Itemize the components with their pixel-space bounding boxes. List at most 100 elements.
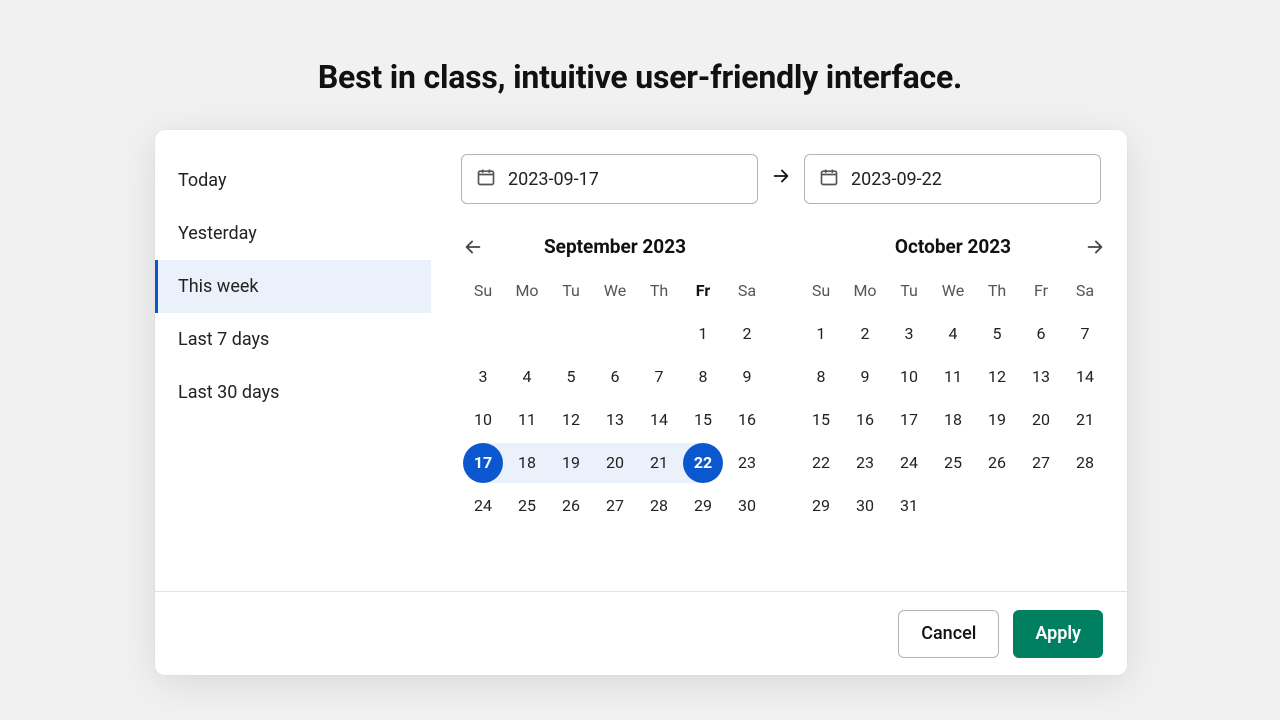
day-cell[interactable]: 18 (505, 443, 549, 483)
day-cell[interactable]: 16 (725, 400, 769, 440)
dow-row: SuMoTuWeThFrSa (461, 276, 769, 306)
day-cell[interactable]: 10 (887, 357, 931, 397)
day-empty (1019, 486, 1063, 526)
day-cell[interactable]: 1 (681, 314, 725, 354)
day-empty (1063, 486, 1107, 526)
day-cell[interactable]: 22 (681, 443, 725, 483)
day-cell[interactable]: 5 (549, 357, 593, 397)
month-left-title: September 2023 (461, 232, 769, 262)
arrow-right-icon (758, 165, 804, 193)
day-cell[interactable]: 23 (725, 443, 769, 483)
day-cell[interactable]: 8 (681, 357, 725, 397)
day-cell[interactable]: 13 (593, 400, 637, 440)
apply-button[interactable]: Apply (1013, 610, 1103, 658)
day-cell[interactable]: 4 (505, 357, 549, 397)
day-cell[interactable]: 6 (593, 357, 637, 397)
day-empty (549, 314, 593, 354)
daterange-picker: TodayYesterdayThis weekLast 7 daysLast 3… (155, 130, 1127, 675)
day-cell[interactable]: 16 (843, 400, 887, 440)
day-cell[interactable]: 3 (461, 357, 505, 397)
preset-last-30-days[interactable]: Last 30 days (155, 366, 431, 419)
day-empty (637, 314, 681, 354)
day-cell[interactable]: 19 (549, 443, 593, 483)
day-cell[interactable]: 8 (799, 357, 843, 397)
day-cell[interactable]: 24 (461, 486, 505, 526)
date-inputs-row: 2023-09-17 2023-09-22 (461, 154, 1107, 204)
day-cell[interactable]: 18 (931, 400, 975, 440)
dow-label: Fr (1019, 276, 1063, 306)
day-empty (931, 486, 975, 526)
day-cell[interactable]: 28 (637, 486, 681, 526)
day-cell[interactable]: 4 (931, 314, 975, 354)
dow-label: Su (461, 276, 505, 306)
calendar-panel: 2023-09-17 2023-09-22 (461, 154, 1107, 527)
day-cell[interactable]: 20 (593, 443, 637, 483)
day-cell[interactable]: 21 (637, 443, 681, 483)
dow-label: Tu (549, 276, 593, 306)
day-cell[interactable]: 30 (843, 486, 887, 526)
preset-today[interactable]: Today (155, 154, 431, 207)
dow-label: Fr (681, 276, 725, 306)
end-date-input[interactable]: 2023-09-22 (804, 154, 1101, 204)
day-cell[interactable]: 11 (505, 400, 549, 440)
day-cell[interactable]: 3 (887, 314, 931, 354)
day-cell[interactable]: 27 (593, 486, 637, 526)
day-cell[interactable]: 22 (799, 443, 843, 483)
preset-last-7-days[interactable]: Last 7 days (155, 313, 431, 366)
day-cell[interactable]: 24 (887, 443, 931, 483)
day-cell[interactable]: 17 (461, 443, 505, 483)
dow-label: Sa (1063, 276, 1107, 306)
day-empty (505, 314, 549, 354)
day-cell[interactable]: 2 (725, 314, 769, 354)
day-cell[interactable]: 7 (1063, 314, 1107, 354)
day-cell[interactable]: 31 (887, 486, 931, 526)
start-date-input[interactable]: 2023-09-17 (461, 154, 758, 204)
months-container: September 2023 SuMoTuWeThFrSa 1234567891… (461, 232, 1107, 527)
day-cell[interactable]: 25 (505, 486, 549, 526)
day-cell[interactable]: 5 (975, 314, 1019, 354)
day-cell[interactable]: 14 (1063, 357, 1107, 397)
month-left: September 2023 SuMoTuWeThFrSa 1234567891… (461, 232, 769, 527)
dow-label: Tu (887, 276, 931, 306)
preset-this-week[interactable]: This week (155, 260, 431, 313)
day-cell[interactable]: 15 (799, 400, 843, 440)
day-empty (975, 486, 1019, 526)
start-date-value: 2023-09-17 (508, 169, 599, 190)
day-cell[interactable]: 21 (1063, 400, 1107, 440)
weeks-left: 1234567891011121314151617181920212223242… (461, 312, 769, 527)
day-cell[interactable]: 14 (637, 400, 681, 440)
day-cell[interactable]: 9 (725, 357, 769, 397)
day-cell[interactable]: 1 (799, 314, 843, 354)
day-cell[interactable]: 23 (843, 443, 887, 483)
day-cell[interactable]: 10 (461, 400, 505, 440)
day-cell[interactable]: 26 (975, 443, 1019, 483)
dow-label: We (593, 276, 637, 306)
preset-yesterday[interactable]: Yesterday (155, 207, 431, 260)
day-cell[interactable]: 13 (1019, 357, 1063, 397)
day-cell[interactable]: 15 (681, 400, 725, 440)
day-cell[interactable]: 29 (799, 486, 843, 526)
day-cell[interactable]: 17 (887, 400, 931, 440)
dow-label: Sa (725, 276, 769, 306)
cancel-button[interactable]: Cancel (898, 610, 999, 658)
day-cell[interactable]: 30 (725, 486, 769, 526)
calendar-icon (819, 167, 839, 192)
day-cell[interactable]: 7 (637, 357, 681, 397)
day-cell[interactable]: 11 (931, 357, 975, 397)
weeks-right: 1234567891011121314151617181920212223242… (799, 312, 1107, 527)
day-cell[interactable]: 27 (1019, 443, 1063, 483)
day-cell[interactable]: 12 (549, 400, 593, 440)
day-cell[interactable]: 28 (1063, 443, 1107, 483)
dow-label: We (931, 276, 975, 306)
day-cell[interactable]: 9 (843, 357, 887, 397)
day-cell[interactable]: 6 (1019, 314, 1063, 354)
preset-list: TodayYesterdayThis weekLast 7 daysLast 3… (155, 154, 431, 419)
dow-label: Th (975, 276, 1019, 306)
day-cell[interactable]: 12 (975, 357, 1019, 397)
day-cell[interactable]: 29 (681, 486, 725, 526)
day-cell[interactable]: 19 (975, 400, 1019, 440)
day-cell[interactable]: 2 (843, 314, 887, 354)
day-cell[interactable]: 25 (931, 443, 975, 483)
day-cell[interactable]: 26 (549, 486, 593, 526)
day-cell[interactable]: 20 (1019, 400, 1063, 440)
